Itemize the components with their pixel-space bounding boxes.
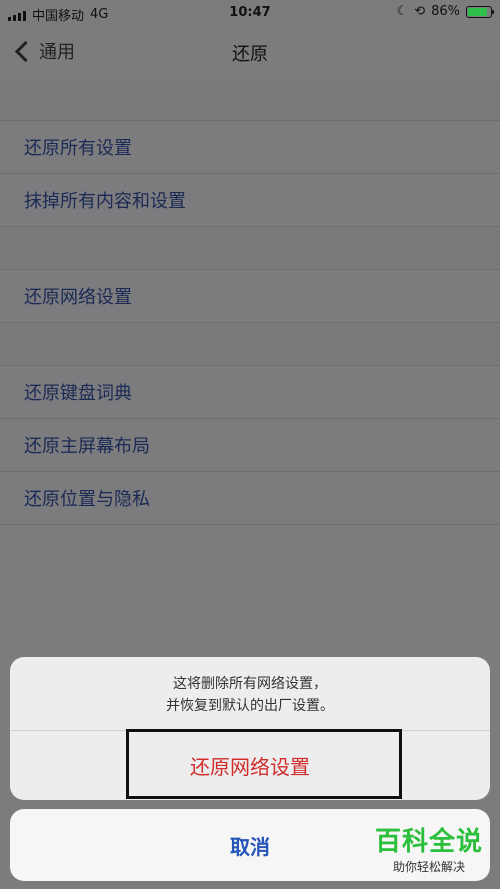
battery-percent: 86%: [431, 4, 460, 19]
rotation-lock-icon: ⟲: [414, 4, 426, 19]
reset-network-settings-item[interactable]: 还原网络设置: [0, 270, 500, 322]
highlight-box: [126, 729, 402, 799]
erase-all-content-item[interactable]: 抹掉所有内容和设置: [0, 174, 500, 226]
status-right: ☾ ⟲ 86%: [396, 4, 494, 19]
reset-keyboard-dictionary-item[interactable]: 还原键盘词典: [0, 366, 500, 419]
message-line-1: 这将删除所有网络设置，: [173, 676, 327, 692]
reset-home-screen-layout-item[interactable]: 还原主屏幕布局: [0, 419, 500, 472]
cancel-label: 取消: [230, 834, 270, 859]
moon-icon: ☾: [396, 4, 409, 19]
section-gap: [0, 78, 500, 121]
reset-all-settings-item[interactable]: 还原所有设置: [0, 121, 500, 174]
reset-location-privacy-item[interactable]: 还原位置与隐私: [0, 472, 500, 524]
battery-fill: [468, 7, 487, 16]
section-gap: [0, 323, 500, 366]
action-sheet-message: 这将删除所有网络设置， 并恢复到默认的出厂设置。: [10, 657, 490, 731]
section-group-1: 还原所有设置 抹掉所有内容和设置: [0, 121, 500, 227]
reset-options-list: 还原所有设置 抹掉所有内容和设置 还原网络设置 还原键盘词典 还原主屏幕布局 还…: [0, 78, 500, 525]
status-bar: 中国移动 4G 10:47 ☾ ⟲ 86%: [0, 0, 500, 26]
cancel-button[interactable]: 取消: [10, 809, 490, 881]
message-line-2: 并恢复到默认的出厂设置。: [166, 698, 334, 714]
action-sheet: 这将删除所有网络设置， 并恢复到默认的出厂设置。 还原网络设置: [10, 657, 490, 800]
reset-network-settings-confirm-button[interactable]: 还原网络设置: [10, 729, 490, 800]
section-group-3: 还原键盘词典 还原主屏幕布局 还原位置与隐私: [0, 366, 500, 525]
section-gap: [0, 227, 500, 270]
battery-icon: [466, 5, 494, 18]
page-title: 还原: [232, 44, 268, 65]
nav-bar: 通用 还原: [0, 26, 500, 79]
section-group-2: 还原网络设置: [0, 270, 500, 323]
